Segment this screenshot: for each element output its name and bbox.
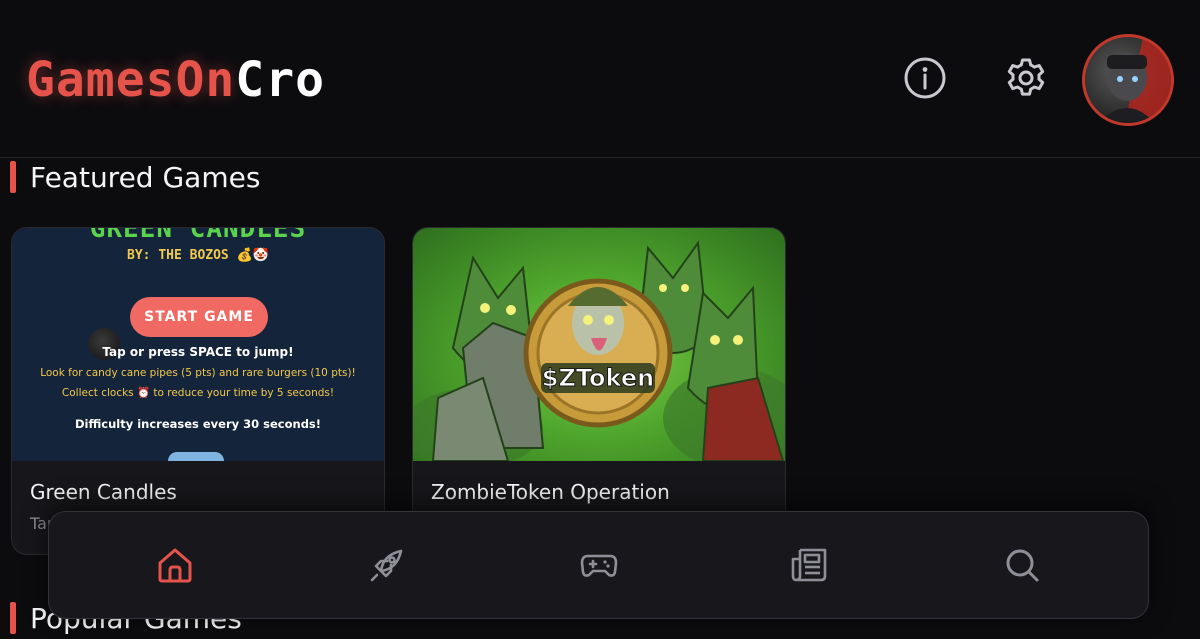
thumbnail-hint-2: Collect clocks ⏰ to reduce your time by …	[61, 387, 335, 399]
thumbnail-hint-1: Look for candy cane pipes (5 pts) and ra…	[40, 367, 356, 379]
logo-plain-text: Cro	[235, 52, 325, 108]
game-card-title: ZombieToken Operation	[431, 480, 670, 504]
thumbnail-byline: BY: THE BOZOS 💰🤡	[127, 248, 269, 263]
game-thumbnail: $ZToken	[413, 228, 785, 461]
logo-accent-text: GamesOn	[26, 52, 236, 108]
game-card-title: Green Candles	[30, 480, 177, 504]
info-icon[interactable]	[903, 56, 947, 100]
start-game-button: START GAME	[130, 297, 268, 337]
zombie-artwork: $ZToken	[413, 240, 785, 461]
app-logo[interactable]: GamesOnCro	[26, 52, 325, 108]
game-card-green-candles[interactable]: GREEN CANDLES BY: THE BOZOS 💰🤡 START GAM…	[11, 227, 385, 555]
nav-search[interactable]	[1002, 545, 1042, 585]
newspaper-icon	[791, 548, 827, 582]
nav-games[interactable]	[579, 545, 619, 585]
game-thumbnail: GREEN CANDLES BY: THE BOZOS 💰🤡 START GAM…	[12, 228, 384, 461]
game-card-zombietoken-operation[interactable]: $ZToken ZombieToken Operation	[412, 227, 786, 555]
coin-text: $ZToken	[542, 364, 654, 392]
gear-icon[interactable]	[1004, 56, 1048, 100]
home-icon	[158, 548, 192, 583]
search-icon	[1006, 549, 1039, 582]
featured-section-title: Featured Games	[10, 160, 260, 194]
section-accent-bar	[10, 602, 16, 634]
bottom-navigation	[48, 511, 1149, 619]
section-title-text: Featured Games	[30, 160, 261, 194]
thumbnail-decor	[168, 452, 224, 461]
nav-launch[interactable]	[367, 545, 407, 585]
gamepad-icon	[580, 554, 618, 577]
app-header: GamesOnCro	[0, 0, 1200, 158]
thumbnail-difficulty: Difficulty increases every 30 seconds!	[74, 417, 322, 431]
nav-home[interactable]	[155, 545, 195, 585]
section-accent-bar	[10, 161, 16, 193]
thumbnail-game-title: GREEN CANDLES	[89, 228, 307, 244]
thumbnail-instructions: Tap or press SPACE to jump!	[102, 345, 294, 359]
nav-news[interactable]	[790, 545, 830, 585]
rocket-icon	[370, 549, 403, 582]
avatar[interactable]	[1082, 34, 1174, 126]
